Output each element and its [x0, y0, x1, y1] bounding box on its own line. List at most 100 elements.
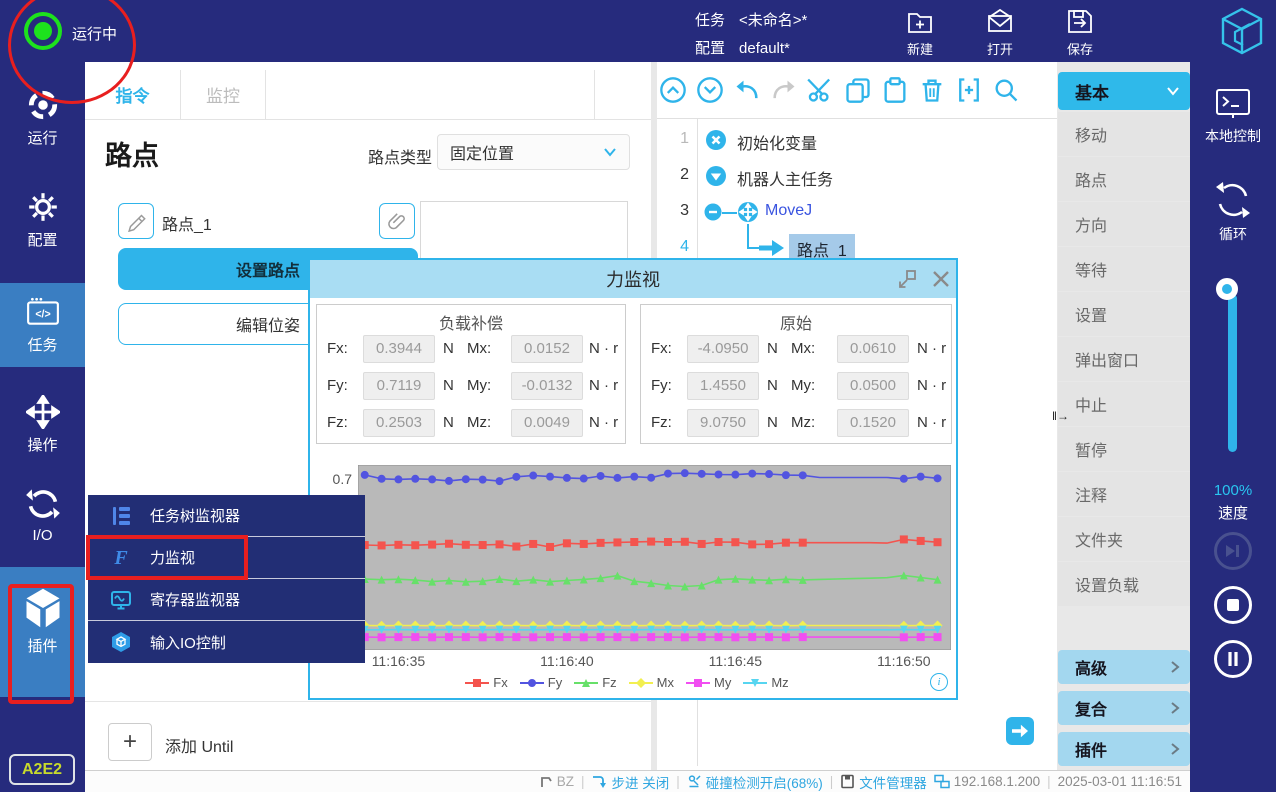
stop-icon [1227, 599, 1239, 611]
tree-row-init-vars[interactable]: 1 初始化变量 [657, 122, 1057, 158]
config-value: default* [739, 40, 790, 57]
tab-instruction[interactable]: 指令 [85, 70, 181, 120]
sidebar-item-io[interactable]: I/O [0, 486, 85, 544]
command-item-set-payload[interactable]: 设置负载 [1058, 562, 1190, 606]
tree-row-movej[interactable]: 3 MoveJ [657, 194, 1057, 230]
bz-label: BZ [556, 774, 574, 789]
pencil-icon [128, 214, 146, 232]
sidebar-item-config[interactable]: 配置 [0, 190, 85, 250]
delete-icon[interactable] [918, 76, 946, 104]
collision-detect-status[interactable]: 碰撞检测开启(68%) [687, 772, 823, 792]
force-unit: N [767, 340, 778, 357]
panel-collapse-handle[interactable]: ‖→ [1052, 409, 1069, 423]
file-manager-button[interactable]: 文件管理器 [840, 772, 927, 792]
command-item-set[interactable]: 设置 [1058, 292, 1190, 336]
waypoint-type-select[interactable]: 固定位置 [437, 134, 630, 170]
paste-icon[interactable] [881, 76, 909, 104]
speed-slider-handle[interactable] [1216, 278, 1238, 300]
app-window: 运行中 任务 <未命名>* 配置 default* 新建 打开 保存 运行 配置… [0, 0, 1276, 792]
command-item-move[interactable]: 移动 [1058, 112, 1190, 156]
info-icon[interactable]: i [930, 673, 948, 691]
local-control-button[interactable]: 本地控制 [1190, 86, 1276, 146]
dialog-header[interactable]: 力监视 [310, 260, 956, 298]
loop-button[interactable]: 循环 [1190, 180, 1276, 244]
command-item-label: 设置负载 [1075, 578, 1140, 595]
force-label: Fz: [651, 414, 672, 431]
raw-force-group: 原始 Fx: -4.0950 N Mx: 0.0610 N · r Fy: 1.… [640, 304, 952, 444]
pause-button[interactable] [1214, 640, 1252, 678]
torque-label: Mx: [791, 340, 816, 357]
command-group-advanced[interactable]: 高级 [1058, 650, 1190, 684]
command-item-folder[interactable]: 文件夹 [1058, 517, 1190, 561]
collapse-node-icon[interactable] [704, 203, 722, 221]
command-group-composite[interactable]: 复合 [1058, 691, 1190, 725]
menu-item-label: 输入IO控制 [150, 634, 226, 652]
force-unit: N [443, 377, 454, 394]
legend-item: Fy [519, 675, 562, 690]
tab-monitor[interactable]: 监控 [181, 70, 266, 120]
bz-status[interactable]: BZ [539, 774, 574, 789]
speed-label: 速度 [1217, 505, 1248, 522]
tree-row-main-task[interactable]: 2 机器人主任务 [657, 158, 1057, 194]
command-item-waypoint[interactable]: 路点 [1058, 157, 1190, 201]
close-icon[interactable] [930, 268, 952, 290]
restore-window-icon[interactable] [896, 268, 918, 290]
robot-model-badge[interactable]: A2E2 [9, 754, 75, 785]
command-item-pause[interactable]: 暂停 [1058, 427, 1190, 471]
force-label: Fx: [651, 340, 672, 357]
step-next-button[interactable] [1006, 717, 1034, 745]
command-group-basic[interactable]: 基本 [1058, 72, 1190, 110]
top-bar: 运行中 任务 <未命名>* 配置 default* 新建 打开 保存 [0, 0, 1276, 62]
command-item-abort[interactable]: 中止 [1058, 382, 1190, 426]
io-cycle-icon [25, 489, 60, 519]
sidebar-item-operate[interactable]: 操作 [0, 395, 85, 455]
legend-item: My [686, 675, 731, 690]
save-task-button[interactable]: 保存 [1052, 7, 1108, 58]
menu-item-label: 寄存器监视器 [150, 592, 241, 609]
command-group-plugin[interactable]: 插件 [1058, 732, 1190, 766]
undo-icon[interactable] [733, 76, 761, 104]
page-title: 路点 [105, 141, 159, 171]
link-waypoint-button[interactable] [379, 203, 415, 239]
dialog-title: 力监视 [606, 270, 660, 290]
stop-button[interactable] [1214, 586, 1252, 624]
command-item-label: 设置 [1075, 308, 1108, 325]
command-item-popup[interactable]: 弹出窗口 [1058, 337, 1190, 381]
menu-item-force-monitor[interactable]: F 力监视 [88, 537, 365, 579]
legend-item: Mx [628, 675, 674, 690]
sidebar-item-task[interactable]: </> 任务 [0, 295, 85, 355]
open-task-button[interactable]: 打开 [972, 7, 1028, 58]
separator: | [829, 774, 834, 789]
menu-item-task-tree-monitor[interactable]: 任务树监视器 [88, 495, 365, 537]
speed-slider[interactable] [1228, 294, 1237, 452]
collapse-all-icon[interactable] [659, 76, 687, 104]
add-until-button[interactable]: + [108, 723, 152, 761]
redo-icon[interactable] [770, 76, 798, 104]
cut-icon[interactable] [807, 76, 835, 104]
torque-value: 0.0049 [511, 409, 583, 437]
force-chart: 0.7 11:16:35 11:16:40 11:16:45 11:16:50 Fx F… [320, 457, 951, 697]
torque-value: 0.0610 [837, 335, 909, 363]
skip-icon [1226, 545, 1239, 557]
copy-icon[interactable] [844, 76, 872, 104]
expand-all-icon[interactable] [696, 76, 724, 104]
sidebar-item-run[interactable]: 运行 [0, 88, 85, 148]
y-axis-tick: 0.7 [332, 471, 352, 488]
rename-waypoint-button[interactable] [118, 203, 154, 239]
file-manager-label: 文件管理器 [859, 775, 927, 791]
task-label: 任务 [695, 12, 726, 29]
menu-item-register-monitor[interactable]: 寄存器监视器 [88, 579, 365, 621]
step-run-button[interactable] [1214, 532, 1252, 570]
force-label: Fy: [327, 377, 348, 394]
new-task-button[interactable]: 新建 [892, 7, 948, 58]
force-value: 1.4550 [687, 372, 759, 400]
command-item-comment[interactable]: 注释 [1058, 472, 1190, 516]
command-item-direction[interactable]: 方向 [1058, 202, 1190, 246]
command-item-wait[interactable]: 等待 [1058, 247, 1190, 291]
sidebar-item-plugin[interactable]: 插件 [0, 586, 85, 656]
replace-icon[interactable] [955, 76, 983, 104]
menu-item-input-io-control[interactable]: 输入IO控制 [88, 621, 365, 663]
network-status[interactable]: 192.168.1.200 [934, 774, 1040, 789]
search-icon[interactable] [992, 76, 1020, 104]
step-mode-status[interactable]: 步进 关闭 [591, 772, 669, 792]
